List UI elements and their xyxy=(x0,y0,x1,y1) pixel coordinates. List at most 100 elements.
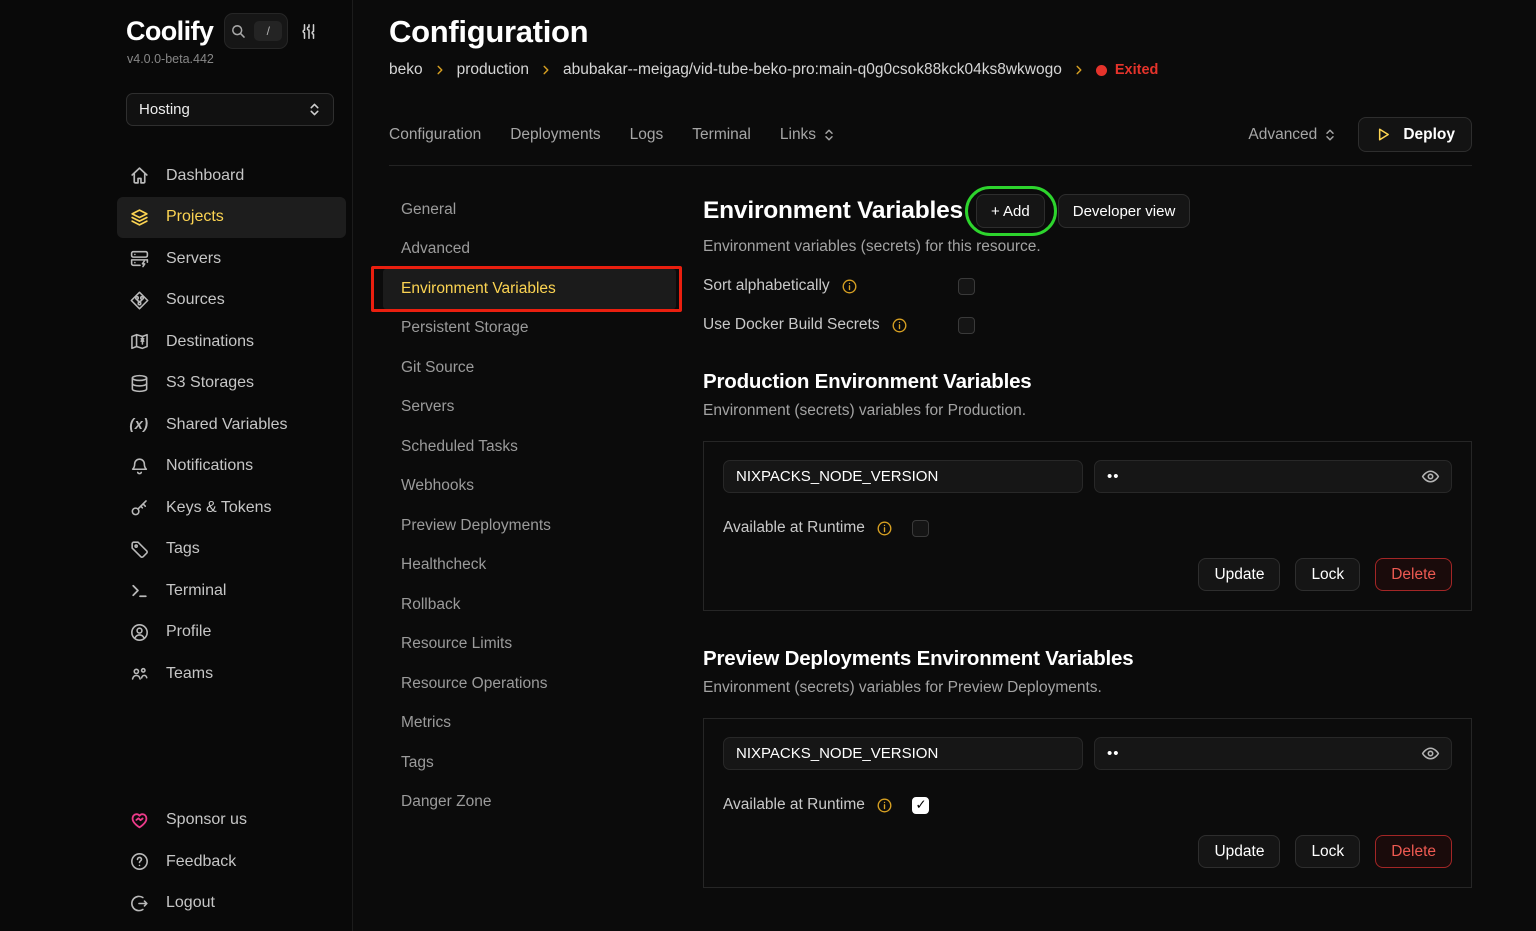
sidebar-item-shared-variables[interactable]: Shared Variables xyxy=(117,404,346,446)
sidebar-item-tags[interactable]: Tags xyxy=(117,529,346,571)
settings-nav-resource-limits[interactable]: Resource Limits xyxy=(389,625,676,665)
settings-nav-preview-deployments[interactable]: Preview Deployments xyxy=(389,506,676,546)
advanced-dropdown[interactable]: Advanced xyxy=(1248,126,1336,144)
settings-nav-persistent-storage[interactable]: Persistent Storage xyxy=(389,309,676,349)
tab-logs[interactable]: Logs xyxy=(630,126,664,144)
tab-deployments[interactable]: Deployments xyxy=(510,126,600,144)
update-button[interactable]: Update xyxy=(1198,835,1280,868)
tab-links-label: Links xyxy=(780,126,816,144)
sidebar-item-profile[interactable]: Profile xyxy=(117,612,346,654)
delete-button[interactable]: Delete xyxy=(1375,558,1452,591)
reveal-value-button[interactable] xyxy=(1420,743,1441,764)
team-selector[interactable]: Hosting xyxy=(126,93,334,126)
sort-alphabetically-row: Sort alphabetically xyxy=(703,277,1472,295)
deploy-button[interactable]: Deploy xyxy=(1358,117,1472,152)
settings-nav-general[interactable]: General xyxy=(389,190,676,230)
tab-links[interactable]: Links xyxy=(780,126,835,144)
lock-button[interactable]: Lock xyxy=(1295,558,1360,591)
settings-nav-servers[interactable]: Servers xyxy=(389,388,676,428)
info-icon xyxy=(876,520,893,537)
sort-alphabetically-checkbox[interactable] xyxy=(958,278,975,295)
lock-button[interactable]: Lock xyxy=(1295,835,1360,868)
play-icon xyxy=(1375,126,1392,143)
sidebar-item-terminal[interactable]: Terminal xyxy=(117,570,346,612)
add-variable-button[interactable]: + Add xyxy=(976,194,1045,228)
sidebar: Coolify / v4.0.0-beta.442 Hosting Dashbo… xyxy=(0,0,353,931)
settings-nav-tags[interactable]: Tags xyxy=(389,743,676,783)
sidebar-item-servers[interactable]: Servers xyxy=(117,238,346,280)
available-at-runtime-row: Available at Runtime xyxy=(723,519,1452,537)
server-icon xyxy=(128,248,150,269)
logo-row: Coolify / xyxy=(117,13,346,49)
variable-value-input[interactable] xyxy=(1094,460,1452,493)
sidebar-item-label: Keys & Tokens xyxy=(166,499,272,517)
tabs-divider xyxy=(389,165,1472,166)
sidebar-item-notifications[interactable]: Notifications xyxy=(117,446,346,488)
variable-value-input[interactable] xyxy=(1094,737,1452,770)
tab-terminal[interactable]: Terminal xyxy=(692,126,751,144)
tab-configuration[interactable]: Configuration xyxy=(389,126,481,144)
sidebar-item-logout[interactable]: Logout xyxy=(117,883,346,925)
settings-nav-danger-zone[interactable]: Danger Zone xyxy=(389,783,676,823)
production-section-subtitle: Environment (secrets) variables for Prod… xyxy=(703,402,1472,420)
variable-name-input[interactable] xyxy=(723,737,1083,770)
deploy-button-label: Deploy xyxy=(1403,126,1455,144)
sort-alphabetically-label: Sort alphabetically xyxy=(703,277,830,295)
reveal-value-button[interactable] xyxy=(1420,466,1441,487)
sidebar-item-label: Profile xyxy=(166,623,211,641)
heart-icon xyxy=(128,810,150,831)
variable-icon xyxy=(128,417,150,433)
sidebar-item-label: Feedback xyxy=(166,853,236,871)
sidebar-item-keys-tokens[interactable]: Keys & Tokens xyxy=(117,487,346,529)
chevron-right-icon xyxy=(434,64,446,76)
eye-icon xyxy=(1420,466,1441,487)
tag-icon xyxy=(128,539,150,560)
docker-build-secrets-checkbox[interactable] xyxy=(958,317,975,334)
app-version: v4.0.0-beta.442 xyxy=(127,52,346,66)
docker-build-secrets-label: Use Docker Build Secrets xyxy=(703,316,880,334)
sidebar-item-feedback[interactable]: Feedback xyxy=(117,841,346,883)
sidebar-item-destinations[interactable]: Destinations xyxy=(117,321,346,363)
settings-nav-webhooks[interactable]: Webhooks xyxy=(389,467,676,507)
docker-build-secrets-row: Use Docker Build Secrets xyxy=(703,316,1472,334)
developer-view-button[interactable]: Developer view xyxy=(1058,194,1191,228)
sidebar-nav: Dashboard Projects Servers Sources Desti… xyxy=(117,155,346,695)
sidebar-item-projects[interactable]: Projects xyxy=(117,197,346,239)
settings-nav-git-source[interactable]: Git Source xyxy=(389,348,676,388)
update-button[interactable]: Update xyxy=(1198,558,1280,591)
breadcrumb-resource[interactable]: abubakar--meigag/vid-tube-beko-pro:main-… xyxy=(563,61,1062,79)
settings-sliders-icon[interactable] xyxy=(300,22,318,41)
available-at-runtime-row: Available at Runtime xyxy=(723,796,1452,814)
breadcrumb-project[interactable]: beko xyxy=(389,61,423,79)
sidebar-item-label: Servers xyxy=(166,250,221,268)
sidebar-item-label: S3 Storages xyxy=(166,374,254,392)
settings-nav-metrics[interactable]: Metrics xyxy=(389,704,676,744)
settings-nav-scheduled-tasks[interactable]: Scheduled Tasks xyxy=(389,427,676,467)
breadcrumb-environment[interactable]: production xyxy=(457,61,529,79)
production-variable-card: Available at Runtime Update Lock Delete xyxy=(703,441,1472,611)
settings-nav-healthcheck[interactable]: Healthcheck xyxy=(389,546,676,586)
chevron-updown-icon xyxy=(1324,128,1336,142)
preview-section-subtitle: Environment (secrets) variables for Prev… xyxy=(703,679,1472,697)
sidebar-item-teams[interactable]: Teams xyxy=(117,653,346,695)
variable-name-input[interactable] xyxy=(723,460,1083,493)
chevron-right-icon xyxy=(540,64,552,76)
settings-nav-resource-operations[interactable]: Resource Operations xyxy=(389,664,676,704)
available-at-runtime-checkbox[interactable] xyxy=(912,520,929,537)
settings-nav-rollback[interactable]: Rollback xyxy=(389,585,676,625)
sidebar-item-sponsor-us[interactable]: Sponsor us xyxy=(117,800,346,842)
available-at-runtime-checkbox[interactable] xyxy=(912,797,929,814)
sidebar-item-label: Logout xyxy=(166,894,215,912)
env-variables-subtitle: Environment variables (secrets) for this… xyxy=(703,238,1472,256)
sidebar-item-s3-storages[interactable]: S3 Storages xyxy=(117,363,346,405)
map-icon xyxy=(128,331,150,352)
sidebar-item-sources[interactable]: Sources xyxy=(117,280,346,322)
delete-button[interactable]: Delete xyxy=(1375,835,1452,868)
search-button[interactable]: / xyxy=(224,13,288,49)
settings-nav-environment-variables[interactable]: Environment Variables xyxy=(383,269,676,309)
sidebar-item-label: Destinations xyxy=(166,333,254,351)
settings-nav-advanced[interactable]: Advanced xyxy=(389,230,676,270)
sidebar-item-dashboard[interactable]: Dashboard xyxy=(117,155,346,197)
info-icon xyxy=(876,797,893,814)
sidebar-item-label: Dashboard xyxy=(166,167,244,185)
